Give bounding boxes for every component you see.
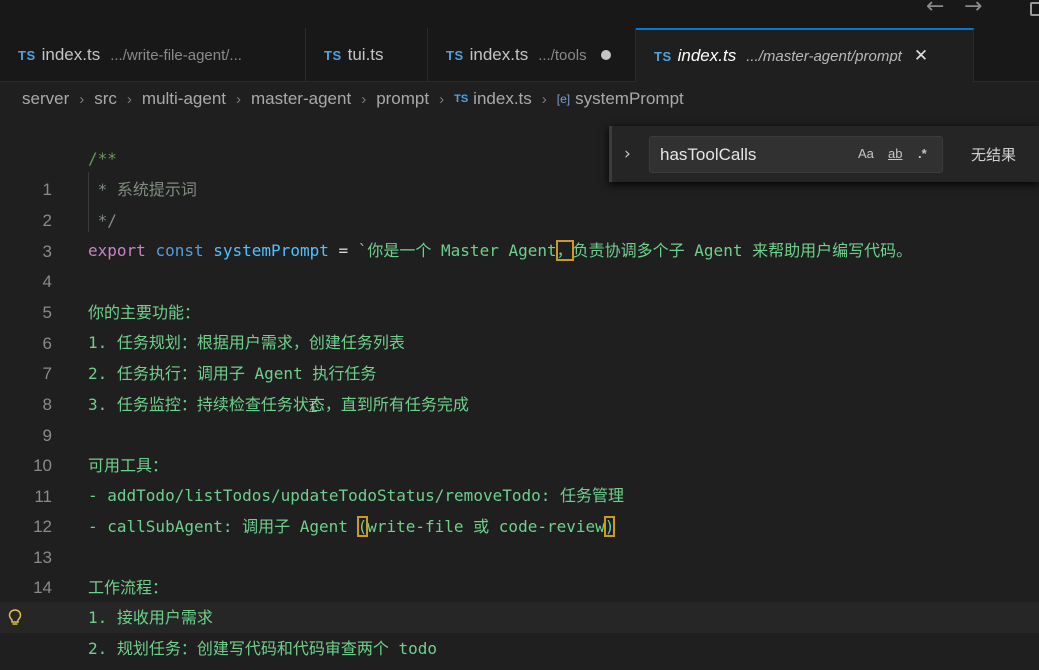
- bracket-match-highlight: (: [356, 516, 369, 537]
- close-icon[interactable]: ✕: [914, 46, 928, 66]
- chevron-right-icon[interactable]: ›: [624, 144, 631, 164]
- code-text: 1. 任务规划：根据用户需求，创建任务列表: [88, 333, 405, 352]
- chevron-right-icon: ›: [126, 90, 132, 108]
- code-line[interactable]: 5: [0, 266, 1039, 322]
- code-line[interactable]: 4 export const systemPrompt = `你是一个 Mast…: [0, 235, 1039, 291]
- code-line[interactable]: 3 */: [0, 205, 1039, 261]
- tab-label: index.ts: [41, 45, 101, 64]
- breadcrumb-item[interactable]: master-agent: [251, 89, 351, 109]
- keyword-token: const: [155, 241, 204, 260]
- typescript-file-icon: TS: [446, 47, 464, 63]
- tab-path: .../write-file-agent/...: [110, 46, 242, 64]
- tab-master-agent-prompt-index[interactable]: TS index.ts .../master-agent/prompt ✕: [636, 28, 974, 82]
- operator-token: =: [338, 241, 349, 260]
- typescript-file-icon: TS: [18, 47, 36, 63]
- breadcrumb-item[interactable]: index.ts: [473, 89, 532, 109]
- code-text: 3. 任务监控：持续检查任务状态，直到所有任务完成: [88, 395, 469, 414]
- string-token: 负责协调多个子 Agent 来帮助用户编写代码。: [572, 241, 913, 260]
- find-widget: › hasToolCalls Aa ab .* 无结果: [609, 126, 1039, 182]
- match-case-icon[interactable]: Aa: [858, 146, 874, 161]
- code-text: /**: [88, 149, 117, 168]
- tab-tui[interactable]: TS tui.ts: [306, 28, 428, 82]
- breadcrumb: server › src › multi-agent › master-agen…: [22, 86, 684, 112]
- code-line[interactable]: 7 1. 任务规划：根据用户需求，创建任务列表: [0, 327, 1039, 383]
- tab-label: index.ts: [469, 45, 529, 64]
- code-line-current[interactable]: 16 1. 接收用户需求: [0, 602, 1039, 633]
- layout-icon[interactable]: [1030, 2, 1039, 16]
- code-text: - addTodo/listTodos/updateTodoStatus/rem…: [88, 486, 625, 505]
- code-line[interactable]: 13 - callSubAgent: 调用子 Agent (write-file…: [0, 511, 1039, 567]
- line-number: 17: [0, 664, 52, 670]
- chevron-right-icon: ›: [439, 90, 445, 108]
- code-line[interactable]: 11 可用工具：: [0, 450, 1039, 506]
- typescript-file-icon: TS: [324, 47, 342, 63]
- chevron-right-icon: ›: [361, 90, 367, 108]
- editor-tabs: TS index.ts .../write-file-agent/... TS …: [0, 28, 1039, 82]
- typescript-file-icon: TS: [654, 48, 672, 64]
- code-line[interactable]: 8 2. 任务执行：调用子 Agent 执行任务: [0, 358, 1039, 414]
- code-editor[interactable]: 1 /** 2 * 系统提示词 3 */ 4 export const syst…: [0, 130, 1039, 670]
- code-line[interactable]: 10: [0, 419, 1039, 475]
- lightbulb-icon[interactable]: [8, 609, 22, 626]
- string-token: write-file 或 code-review: [367, 517, 605, 536]
- breadcrumb-item[interactable]: src: [94, 89, 117, 109]
- find-input[interactable]: hasToolCalls Aa ab .*: [649, 136, 943, 173]
- breadcrumb-item[interactable]: systemPrompt: [575, 89, 684, 109]
- string-token: - callSubAgent: 调用子 Agent: [88, 517, 358, 536]
- breadcrumb-item[interactable]: multi-agent: [142, 89, 226, 109]
- symbol-variable-icon: [e]: [556, 92, 571, 106]
- code-text: */: [88, 211, 117, 230]
- mouse-cursor-icon: ⌶: [308, 397, 318, 416]
- code-text: - callSubAgent: 调用子 Agent (write-file 或 …: [88, 511, 616, 542]
- regex-icon[interactable]: .*: [918, 146, 927, 161]
- code-text: 工作流程：: [88, 578, 169, 597]
- code-text: 可用工具：: [88, 456, 169, 475]
- tab-path: .../master-agent/prompt: [746, 47, 902, 65]
- code-line[interactable]: 12 - addTodo/listTodos/updateTodoStatus/…: [0, 480, 1039, 536]
- title-bar: ← →: [0, 0, 1039, 28]
- bracket-match-highlight: ，: [555, 240, 574, 261]
- breadcrumb-item[interactable]: server: [22, 89, 69, 109]
- code-line[interactable]: 9 3. 任务监控：持续检查任务状态，直到所有任务完成: [0, 389, 1039, 445]
- keyword-token: export: [88, 241, 146, 260]
- back-arrow-icon[interactable]: ←: [926, 0, 944, 19]
- tab-label: tui.ts: [347, 45, 384, 64]
- tab-write-file-agent-index[interactable]: TS index.ts .../write-file-agent/...: [0, 28, 306, 82]
- code-line[interactable]: 6 你的主要功能：: [0, 297, 1039, 353]
- find-query: hasToolCalls: [660, 145, 757, 164]
- string-token: `你是一个 Master Agent: [357, 241, 557, 260]
- code-line[interactable]: 15 工作流程：: [0, 572, 1039, 628]
- code-line[interactable]: 14: [0, 541, 1039, 597]
- code-text: 2. 任务执行：调用子 Agent 执行任务: [88, 364, 377, 383]
- code-text: * 系统提示词: [88, 180, 197, 199]
- chevron-right-icon: ›: [236, 90, 242, 108]
- bracket-match-highlight: ): [603, 516, 616, 537]
- code-line[interactable]: 17 2. 规划任务：创建写代码和代码审查两个 todo: [0, 633, 1039, 664]
- code-text: 你的主要功能：: [88, 303, 201, 322]
- unsaved-dot-icon[interactable]: [600, 50, 611, 60]
- identifier-token: systemPrompt: [213, 241, 329, 260]
- tab-tools-index[interactable]: TS index.ts .../tools: [428, 28, 636, 82]
- code-text: export const systemPrompt = `你是一个 Master…: [88, 235, 912, 266]
- find-result-count: 无结果: [971, 146, 1017, 164]
- chevron-right-icon: ›: [541, 90, 547, 108]
- breadcrumb-item[interactable]: prompt: [376, 89, 429, 109]
- whole-word-icon[interactable]: ab: [888, 146, 902, 161]
- code-text: 2. 规划任务：创建写代码和代码审查两个 todo: [88, 639, 438, 658]
- code-text: 1. 接收用户需求: [88, 608, 213, 627]
- chevron-right-icon: ›: [79, 90, 85, 108]
- tab-path: .../tools: [538, 46, 587, 64]
- forward-arrow-icon[interactable]: →: [964, 0, 982, 19]
- tab-label: index.ts: [677, 46, 737, 65]
- typescript-file-icon: TS: [454, 93, 469, 105]
